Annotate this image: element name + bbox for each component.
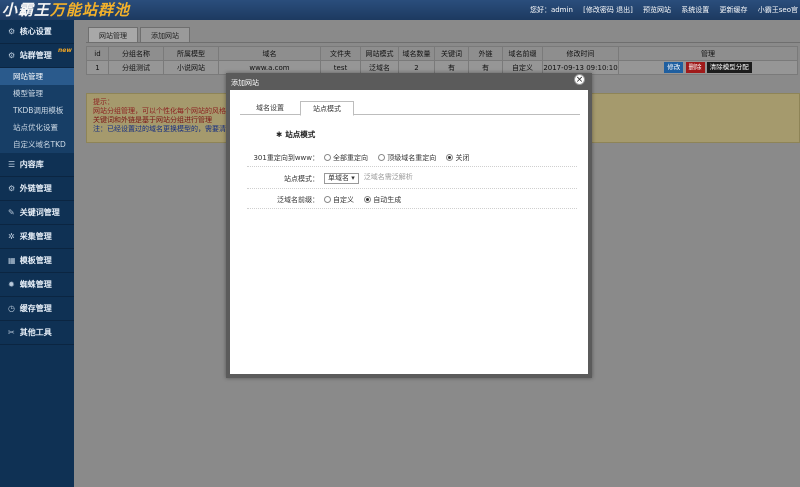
redirect-all-option[interactable]: 全部重定向 (324, 154, 368, 162)
gear-icon: ⚙ (8, 184, 16, 193)
sidebar-group-keywords[interactable]: ✎ 关键词管理 (0, 201, 74, 225)
greeting: 您好：admin (529, 6, 573, 14)
cell-id: 1 (86, 60, 109, 75)
spider-icon: ✹ (8, 280, 15, 289)
system-settings-link[interactable]: 系统设置 (681, 6, 709, 14)
prefix-custom-option[interactable]: 自定义 (324, 196, 354, 204)
redirect-options: 全部重定向 顶级域名重定向 关闭 (324, 153, 477, 163)
prefix-options: 自定义 自动生成 (324, 195, 409, 205)
spark-icon: ✲ (8, 232, 15, 241)
sidebar-item-site-management[interactable]: 网站管理 (0, 68, 74, 85)
top-bar: 小霸王万能站群池 您好：admin [修改密码 退出] 预览网站 系统设置 更新… (0, 0, 800, 20)
radio-icon[interactable] (324, 154, 331, 161)
site-mode-hint: 泛域名需泛解析 (363, 173, 413, 181)
col-modified-time: 修改时间 (542, 46, 619, 61)
site-mode-label: 站点模式： (284, 175, 319, 183)
col-site-mode: 网站模式 (360, 46, 399, 61)
tab-add-site[interactable]: 添加网站 (140, 27, 190, 43)
prefix-row: 泛域名前缀： 自定义 自动生成 (247, 189, 577, 209)
sidebar-item-custom-domain-tkd[interactable]: 自定义域名TKD (0, 136, 74, 153)
prefix-label: 泛域名前缀： (277, 196, 319, 204)
edit-button[interactable]: 修改 (664, 62, 684, 73)
redirect-label: 301重定向到www： (253, 154, 319, 162)
table-header-row: id 分组名称 所属模型 域名 文件夹 网站模式 域名数量 关键词 外链 域名前… (86, 46, 798, 61)
grid-icon: ▦ (8, 256, 16, 265)
modal-title: 添加网站 (231, 79, 259, 87)
site-mode-row: 站点模式： 单域名 ▾ 泛域名需泛解析 (247, 167, 577, 189)
gear-icon: ⚙ (8, 27, 16, 36)
delete-button[interactable]: 删除 (685, 62, 705, 73)
site-mode-select[interactable]: 单域名 ▾ (324, 173, 359, 184)
password-logout-link[interactable]: [修改密码 退出] (583, 6, 633, 14)
tab-site-management[interactable]: 网站管理 (88, 27, 138, 43)
preview-site-link[interactable]: 预览网站 (643, 6, 671, 14)
new-badge: new (58, 47, 72, 54)
tab-domain-settings[interactable]: 域名设置 (244, 101, 296, 115)
sidebar-group-collection[interactable]: ✲ 采集管理 (0, 225, 74, 249)
radio-icon[interactable] (378, 154, 386, 161)
sidebar-group-content-library[interactable]: ☰ 内容库 (0, 153, 74, 177)
sidebar-group-spiders[interactable]: ✹ 蜘蛛管理 (0, 273, 74, 297)
col-manage: 管理 (618, 46, 798, 61)
radio-icon[interactable] (324, 196, 331, 203)
sidebar-group-templates[interactable]: ▦ 模板管理 (0, 249, 74, 273)
col-group-name: 分组名称 (108, 46, 164, 61)
gear-icon: ✱ (276, 130, 283, 139)
sidebar-group-other-tools[interactable]: ✂ 其他工具 (0, 321, 74, 345)
redirect-row: 301重定向到www： 全部重定向 顶级域名重定向 关闭 (247, 147, 577, 167)
col-folder: 文件夹 (320, 46, 361, 61)
col-keywords: 关键词 (434, 46, 469, 61)
chevron-down-icon: ▾ (351, 174, 355, 182)
sidebar-item-site-optimization[interactable]: 站点优化设置 (0, 119, 74, 136)
sidebar-item-tkdb-template[interactable]: TKDB调用模板 (0, 102, 74, 119)
cell-manage: 修改 删除 清除模型分配 (618, 60, 798, 75)
radio-selected-icon[interactable] (446, 154, 454, 161)
section-title: ✱ 站点模式 (276, 130, 316, 139)
tab-site-mode[interactable]: 站点模式 (300, 101, 354, 116)
radio-selected-icon[interactable] (364, 196, 372, 203)
site-mode-controls: 单域名 ▾ 泛域名需泛解析 (324, 172, 413, 184)
col-domain-count: 域名数量 (398, 46, 435, 61)
logo: 小霸王万能站群池 (2, 1, 131, 19)
col-id: id (86, 46, 109, 61)
pencil-icon: ✎ (8, 208, 15, 217)
clear-model-button[interactable]: 清除模型分配 (706, 62, 752, 73)
sidebar-item-model-management[interactable]: 模型管理 (0, 85, 74, 102)
redirect-top-level-option[interactable]: 顶级域名重定向 (378, 154, 436, 162)
top-links: 您好：admin [修改密码 退出] 预览网站 系统设置 更新缓存 小霸王seo… (522, 0, 798, 20)
sidebar: ⚙ 核心设置 ⚙ 站群管理 new 网站管理 模型管理 TKDB调用模板 站点优化… (0, 20, 74, 487)
modal-tabs: 域名设置 站点模式 (240, 99, 580, 116)
cell-model: 小说网站 (163, 60, 219, 75)
col-links: 外链 (468, 46, 503, 61)
modal-title-bar: 添加网站 (230, 77, 588, 90)
sidebar-group-external-links[interactable]: ⚙ 外链管理 (0, 177, 74, 201)
site-table: id 分组名称 所属模型 域名 文件夹 网站模式 域名数量 关键词 外链 域名前… (86, 46, 798, 75)
official-site-link[interactable]: 小霸王seo官 (758, 6, 798, 14)
redirect-off-option[interactable]: 关闭 (446, 154, 469, 162)
col-domain: 域名 (218, 46, 321, 61)
prefix-auto-option[interactable]: 自动生成 (364, 196, 401, 204)
col-prefix: 域名前缀 (502, 46, 543, 61)
update-cache-link[interactable]: 更新缓存 (720, 6, 748, 14)
close-icon[interactable]: × (574, 74, 585, 85)
cell-group: 分组测试 (108, 60, 164, 75)
sidebar-group-cache[interactable]: ◷ 缓存管理 (0, 297, 74, 321)
tools-icon: ✂ (8, 328, 15, 337)
col-model: 所属模型 (163, 46, 219, 61)
sidebar-group-site-cluster[interactable]: ⚙ 站群管理 new (0, 44, 74, 68)
list-icon: ☰ (8, 160, 16, 169)
add-site-modal: 添加网站 × 域名设置 站点模式 ✱ 站点模式 301重定向到www： 全部重定向… (226, 73, 592, 378)
gear-icon: ⚙ (8, 51, 16, 60)
clock-icon: ◷ (8, 304, 15, 313)
